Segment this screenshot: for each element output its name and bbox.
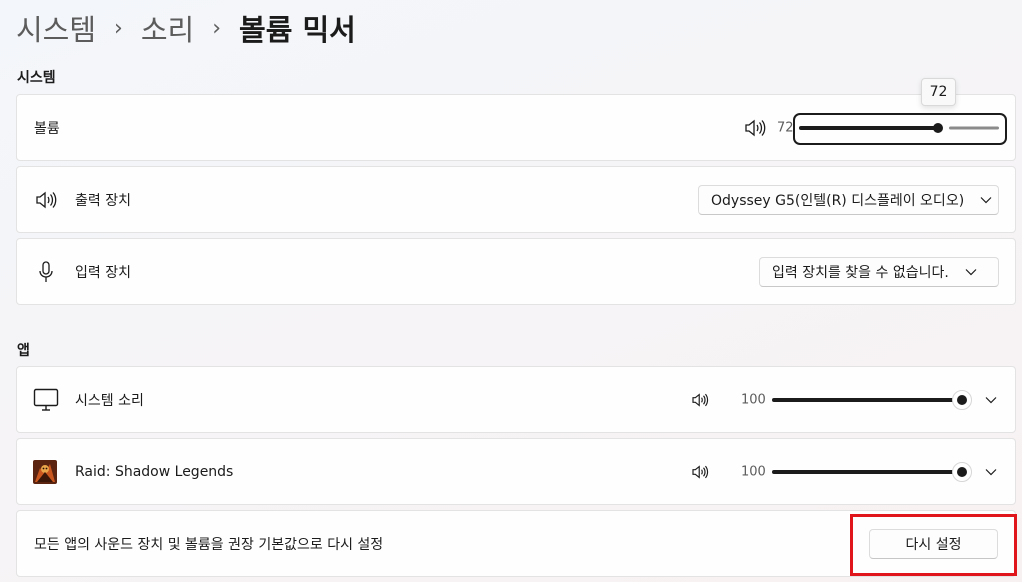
input-device-dropdown[interactable]: 입력 장치를 찾을 수 없습니다. [759,256,999,287]
microphone-icon [36,260,56,284]
volume-slider-thumb[interactable] [928,118,948,138]
master-volume-card: 볼륨 72 [16,94,1016,161]
app-row-system-sounds: 시스템 소리 100 [16,366,1016,433]
app-name: 시스템 소리 [75,392,144,409]
app-name: Raid: Shadow Legends [75,463,234,480]
volume-slider-filled[interactable] [799,125,939,130]
speaker-icon[interactable] [690,391,710,409]
breadcrumb-sound[interactable]: 소리 [141,7,194,49]
output-device-label: 출력 장치 [75,192,131,209]
app-volume-value: 100 [741,392,766,407]
input-device-label: 입력 장치 [75,264,131,281]
volume-slider-empty[interactable] [949,126,999,129]
speaker-icon[interactable] [744,118,766,138]
chevron-down-icon[interactable] [985,396,997,404]
app-volume-value: 100 [741,464,766,479]
section-title-apps: 앱 [17,343,30,359]
chevron-down-icon[interactable] [985,468,997,476]
breadcrumb-system[interactable]: 시스템 [16,7,96,49]
app-volume-slider-track[interactable] [772,397,958,402]
output-device-card: 출력 장치 Odyssey G5(인텔(R) 디스플레이 오디오) [16,166,1016,233]
output-device-selected: Odyssey G5(인텔(R) 디스플레이 오디오) [711,192,965,209]
input-device-card: 입력 장치 입력 장치를 찾을 수 없습니다. [16,238,1016,305]
chevron-down-icon [980,196,992,204]
app-volume-slider-track[interactable] [772,469,958,474]
volume-tooltip: 72 [921,78,956,106]
breadcrumb: 시스템 › 소리 › 볼륨 믹서 [16,6,356,50]
speaker-icon[interactable] [690,463,710,481]
app-volume-slider-thumb[interactable] [952,461,972,482]
game-app-icon [33,459,57,484]
breadcrumb-separator: › [212,15,222,41]
output-device-dropdown[interactable]: Odyssey G5(인텔(R) 디스플레이 오디오) [698,184,999,215]
monitor-icon [33,387,59,413]
breadcrumb-separator: › [114,15,123,41]
chevron-down-icon [965,268,977,276]
app-row-raid-shadow-legends: Raid: Shadow Legends 100 [16,438,1016,505]
section-title-system: 시스템 [17,70,56,86]
page-title: 볼륨 믹서 [239,13,356,47]
reset-description: 모든 앱의 사운드 장치 및 볼륨을 권장 기본값으로 다시 설정 [34,536,384,553]
app-volume-slider-thumb[interactable] [952,389,972,410]
highlight-box [850,514,1017,576]
volume-value: 72 [777,120,794,135]
volume-label: 볼륨 [34,120,60,137]
input-device-selected: 입력 장치를 찾을 수 없습니다. [772,264,949,281]
speaker-icon [34,189,58,211]
